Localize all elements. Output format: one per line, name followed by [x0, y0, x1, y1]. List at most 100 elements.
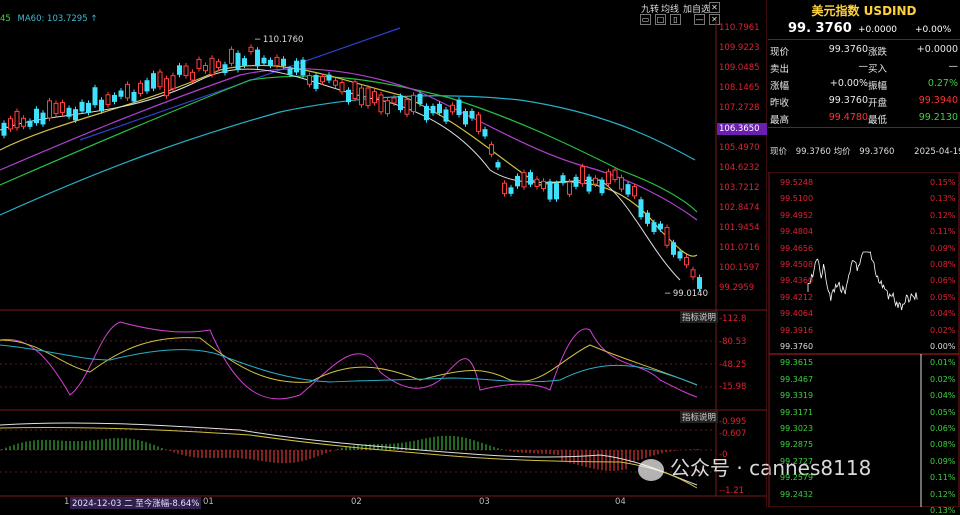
intraday-price-tick: 99.3760 — [780, 342, 814, 351]
low-value: 99.0140 — [672, 289, 708, 299]
intraday-price-tick: 99.3916 — [780, 325, 814, 335]
indicator1-tick: -80.53 — [719, 337, 747, 347]
intraday-pct-tick: 0.13% — [930, 506, 956, 515]
intraday-pct-tick: 0.02% — [930, 374, 956, 384]
indicator2-tick: --1.21 — [719, 486, 745, 496]
intraday-price-label: 现价 — [770, 147, 788, 157]
kdj-d-line — [0, 344, 698, 386]
quote-value: — — [948, 61, 959, 72]
candle — [242, 58, 247, 66]
current-price-box: 106.3650 — [717, 123, 767, 135]
indicator2-explain-button[interactable]: 指标说明 — [680, 411, 719, 423]
candle — [482, 129, 488, 137]
quote-value: 99.4780 — [828, 112, 868, 123]
intraday-price-tick: 99.4804 — [780, 227, 814, 237]
indicator1-tick: -112.8 — [719, 314, 747, 324]
candle — [612, 169, 618, 180]
candle — [534, 178, 540, 187]
time-axis-feb: 02 — [351, 497, 362, 507]
candle — [92, 87, 98, 106]
intraday-price-tick: 99.2875 — [780, 440, 814, 450]
candlestick-chart[interactable] — [0, 0, 767, 507]
price-tick: 108.1465 — [719, 83, 760, 93]
intraday-price-tick: 99.4656 — [780, 243, 814, 253]
candle — [404, 98, 410, 115]
candle — [105, 94, 111, 105]
candle — [294, 60, 299, 73]
candle — [164, 78, 169, 97]
candle — [430, 105, 436, 114]
kline-panel: 45 MA60: 103.7295 ↑ 九转 均线 加自选 ▭ □ ▯ — ✕ … — [0, 0, 871, 509]
indicator1-explain-button[interactable]: 指标说明 — [680, 311, 719, 323]
candle — [417, 93, 423, 105]
quote-label: 昨收 — [770, 98, 790, 109]
candle — [27, 120, 33, 127]
quote-value: +0.0000 — [916, 44, 958, 55]
intraday-date: 2025-04-19 — [914, 147, 960, 157]
candle — [554, 183, 559, 200]
candle — [1, 122, 7, 136]
candle — [307, 75, 312, 85]
macd-dif-line — [0, 422, 698, 486]
price-tick: 100.1597 — [719, 263, 760, 273]
price-change-pct: +0.00% — [915, 25, 952, 35]
intraday-pct-tick: 0.13% — [930, 194, 956, 204]
candle — [131, 91, 137, 102]
candle — [287, 68, 293, 75]
candle — [14, 110, 20, 129]
quote-value: 99.3760 — [828, 95, 868, 106]
candle — [21, 117, 26, 127]
quote-value: 99.2130 — [918, 112, 958, 123]
quote-row: 涨幅 +0.00% 振幅 0.27% — [768, 76, 960, 93]
intraday-price-tick: 99.3319 — [780, 391, 814, 401]
candle — [222, 64, 228, 73]
intraday-pct-tick: 0.02% — [930, 325, 956, 335]
candle — [352, 81, 358, 99]
price-tick: 101.0716 — [719, 243, 760, 253]
quote-label: 最低 — [868, 115, 888, 126]
price-tick: 109.0485 — [719, 63, 760, 73]
candle — [378, 94, 384, 113]
candle — [664, 227, 670, 246]
intraday-header: 现价 99.3760 均价 99.3760 2025-04-19 — [770, 145, 960, 157]
intraday-price-tick: 99.5248 — [780, 178, 814, 187]
candle — [209, 57, 215, 75]
intraday-price-tick: 99.3467 — [780, 374, 814, 384]
candle — [40, 112, 46, 125]
candle — [203, 64, 208, 72]
candle — [248, 46, 254, 53]
candle — [658, 223, 663, 230]
price-tick: 107.2728 — [719, 103, 760, 113]
candle — [34, 108, 39, 124]
price-tick: 109.9223 — [719, 43, 760, 53]
range-change-label: 2024-12-03 二 至今涨幅-8.64% — [70, 497, 202, 509]
intraday-pct-tick: 0.08% — [930, 440, 956, 450]
intraday-pct-tick: 0.12% — [930, 210, 956, 220]
candle — [599, 179, 605, 194]
quote-label: 最高 — [770, 115, 790, 126]
intraday-pct-tick: 0.04% — [930, 391, 956, 401]
price-change: +0.0000 — [858, 25, 898, 35]
candle — [60, 102, 65, 113]
candle — [372, 91, 377, 104]
intraday-pct-tick: 0.12% — [930, 489, 956, 499]
candle — [151, 73, 156, 89]
time-axis-mar: 03 — [479, 497, 490, 507]
candle — [281, 58, 286, 67]
divider — [768, 127, 960, 128]
candle — [326, 74, 332, 81]
candle — [541, 180, 546, 189]
price-tick: 102.8474 — [719, 203, 760, 213]
candle — [443, 109, 449, 122]
candle — [53, 102, 59, 115]
high-annotation: ─ 110.1760 — [255, 35, 304, 45]
candle — [320, 76, 325, 83]
candle — [690, 269, 696, 278]
candle — [671, 242, 676, 255]
candle — [385, 100, 390, 115]
candle — [196, 58, 202, 70]
candle — [300, 59, 306, 76]
indicator2-tick: -0.995 — [719, 417, 747, 427]
intraday-price-tick: 99.2579 — [780, 473, 814, 483]
divider — [768, 39, 960, 40]
